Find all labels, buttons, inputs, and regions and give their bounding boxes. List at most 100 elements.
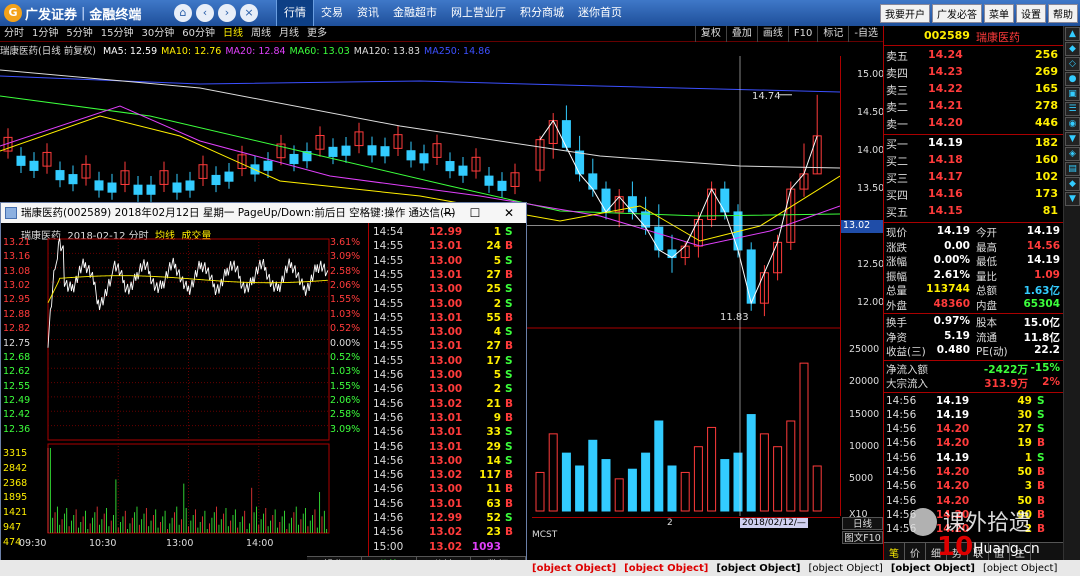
bid-price: 14.19 bbox=[928, 136, 963, 149]
toolbar-button[interactable]: -自选 bbox=[848, 26, 883, 42]
trade-volume: 49 bbox=[1017, 394, 1032, 407]
ask-row[interactable]: 卖一 14.20 446 bbox=[884, 116, 1064, 133]
ask-row[interactable]: 卖四 14.23 269 bbox=[884, 65, 1064, 82]
side-tool-icon[interactable]: ● bbox=[1065, 72, 1080, 86]
intraday-left-label: 12.55 bbox=[3, 380, 31, 392]
forward-icon[interactable]: › bbox=[218, 4, 236, 22]
intraday-left-label: 13.16 bbox=[3, 251, 31, 263]
back-icon[interactable]: ‹ bbox=[196, 4, 214, 22]
tick-time: 14:56 bbox=[373, 483, 404, 496]
side-tool-icon[interactable]: ◉ bbox=[1065, 117, 1080, 131]
top-button[interactable]: 菜单 bbox=[984, 4, 1014, 23]
side-tool-icon[interactable]: ◈ bbox=[1065, 147, 1080, 161]
top-button[interactable]: 广发必答 bbox=[932, 4, 982, 23]
period-tab[interactable]: 周线 bbox=[247, 26, 275, 41]
bid-row[interactable]: 买一 14.19 182 bbox=[884, 136, 1064, 153]
side-tool-icon[interactable]: ◆ bbox=[1065, 42, 1080, 56]
popup-title-bar[interactable]: 瑞康医药(002589) 2018年02月12日 星期一 PageUp/Down… bbox=[1, 203, 526, 223]
chart-mode-button[interactable]: 图文F10 bbox=[842, 531, 883, 544]
minimize-icon[interactable]: — bbox=[437, 203, 461, 223]
period-tab[interactable]: 60分钟 bbox=[178, 26, 219, 41]
min-price-annotation: 11.83 bbox=[720, 312, 749, 323]
tick-side: B bbox=[505, 268, 514, 281]
side-tool-icon[interactable]: ◆ bbox=[1065, 177, 1080, 191]
toolbar-button[interactable]: F10 bbox=[787, 26, 817, 42]
bid-row[interactable]: 买四 14.16 173 bbox=[884, 187, 1064, 204]
volume-bar bbox=[575, 465, 585, 512]
stat-value: 2.61% bbox=[933, 268, 970, 281]
tick-time: 14:56 bbox=[373, 454, 404, 467]
intraday-right-label: 3.61% bbox=[330, 237, 361, 248]
price-axis: 15.00 14.50 14.00 13.50 13.02 12.50 12.00 25000… bbox=[840, 56, 884, 520]
stat-key: 外盘 bbox=[886, 299, 907, 312]
tick-row: 14:56 13.01 9 B bbox=[369, 412, 526, 426]
stat-value: 14.19 bbox=[1026, 254, 1060, 266]
stat-key: 涨跌 bbox=[886, 241, 907, 254]
period-tab[interactable]: 15分钟 bbox=[97, 26, 138, 41]
menu-item[interactable]: 资讯 bbox=[350, 0, 386, 26]
menu-item[interactable]: 网上营业厅 bbox=[444, 0, 513, 26]
period-tab[interactable]: 分时 bbox=[0, 26, 28, 41]
ask-row[interactable]: 卖二 14.21 278 bbox=[884, 99, 1064, 116]
intraday-chart[interactable]: 瑞康医药 2018-02-12 分时 均线 成交量 13.21 13.16 13.0… bbox=[1, 223, 368, 556]
toolbar-button[interactable]: 复权 bbox=[694, 26, 726, 42]
flow-row: 大宗流入 313.9万 2% bbox=[884, 376, 1064, 391]
candle-body bbox=[133, 184, 143, 195]
top-button[interactable]: 设置 bbox=[1016, 4, 1046, 23]
side-tool-icon[interactable]: ▲ bbox=[1065, 27, 1080, 41]
top-button[interactable]: 帮助 bbox=[1048, 4, 1078, 23]
period-tab[interactable]: 1分钟 bbox=[28, 26, 62, 41]
chart-toolbar: 复权 叠加 画线 F10 标记 -自选 bbox=[694, 26, 883, 42]
bid-row[interactable]: 买二 14.18 160 bbox=[884, 153, 1064, 170]
bid-row[interactable]: 买三 14.17 102 bbox=[884, 170, 1064, 187]
stat-value: 1.09 bbox=[1034, 268, 1060, 281]
menu-item[interactable]: 积分商城 bbox=[513, 0, 571, 26]
side-toolbar: ▲ ◆ ◇ ● ▣ ☰ ◉ ▼ ◈ ▤ ◆ ▼ bbox=[1063, 26, 1080, 560]
ask-row[interactable]: 卖三 14.22 165 bbox=[884, 82, 1064, 99]
quote-tab[interactable]: 笔 bbox=[884, 543, 905, 560]
ask-row[interactable]: 卖五 14.24 256 bbox=[884, 48, 1064, 65]
maximize-icon[interactable]: ☐ bbox=[463, 203, 487, 223]
chart-mode-button[interactable]: 日线 bbox=[842, 517, 883, 530]
menu-item[interactable]: 金融超市 bbox=[386, 0, 444, 26]
trade-time: 14:56 bbox=[886, 437, 917, 450]
ask-label: 卖四 bbox=[886, 67, 908, 80]
tick-row: 14:55 13.00 5 S bbox=[369, 255, 526, 269]
tick-side: S bbox=[505, 426, 513, 439]
candle-body bbox=[94, 180, 104, 191]
tick-side: S bbox=[505, 383, 513, 396]
candle-body bbox=[367, 145, 377, 156]
toolbar-button[interactable]: 标记 bbox=[817, 26, 848, 42]
side-tool-icon[interactable]: ▤ bbox=[1065, 162, 1080, 176]
home-icon[interactable]: ⌂ bbox=[174, 4, 192, 22]
menu-item[interactable]: 迷你首页 bbox=[571, 0, 629, 26]
stat-value: 65304 bbox=[1023, 297, 1060, 310]
tick-volume: 1 bbox=[493, 226, 501, 238]
bid-label: 买一 bbox=[886, 138, 908, 151]
menu-item[interactable]: 行情 bbox=[276, 0, 314, 26]
period-tab[interactable]: 30分钟 bbox=[137, 26, 178, 41]
period-tab[interactable]: 更多 bbox=[303, 26, 331, 41]
close-window-icon[interactable]: ✕ bbox=[497, 203, 521, 223]
volume-bar bbox=[786, 420, 796, 512]
side-tool-icon[interactable]: ☰ bbox=[1065, 102, 1080, 116]
stat-value: 0.97% bbox=[933, 315, 970, 327]
toolbar-button[interactable]: 叠加 bbox=[725, 26, 757, 42]
top-button[interactable]: 我要开户 bbox=[880, 4, 930, 23]
tick-volume: 4 bbox=[493, 326, 501, 339]
intraday-left-label: 13.08 bbox=[3, 265, 31, 277]
side-tool-icon[interactable]: ◇ bbox=[1065, 57, 1080, 71]
period-tab[interactable]: 5分钟 bbox=[62, 26, 96, 41]
period-tab[interactable]: 日线 bbox=[219, 26, 247, 41]
side-tool-icon[interactable]: ▣ bbox=[1065, 87, 1080, 101]
side-tool-icon[interactable]: ▼ bbox=[1065, 132, 1080, 146]
toolbar-button[interactable]: 画线 bbox=[756, 26, 788, 42]
tick-time: 14:55 bbox=[373, 268, 404, 281]
bid-row[interactable]: 买五 14.15 81 bbox=[884, 204, 1064, 221]
period-tab[interactable]: 月线 bbox=[275, 26, 303, 41]
intraday-left-label: 13.02 bbox=[3, 280, 31, 292]
tick-side: S bbox=[505, 512, 513, 524]
side-tool-icon[interactable]: ▼ bbox=[1065, 192, 1080, 206]
close-icon[interactable]: × bbox=[240, 4, 258, 22]
menu-item[interactable]: 交易 bbox=[314, 0, 350, 26]
